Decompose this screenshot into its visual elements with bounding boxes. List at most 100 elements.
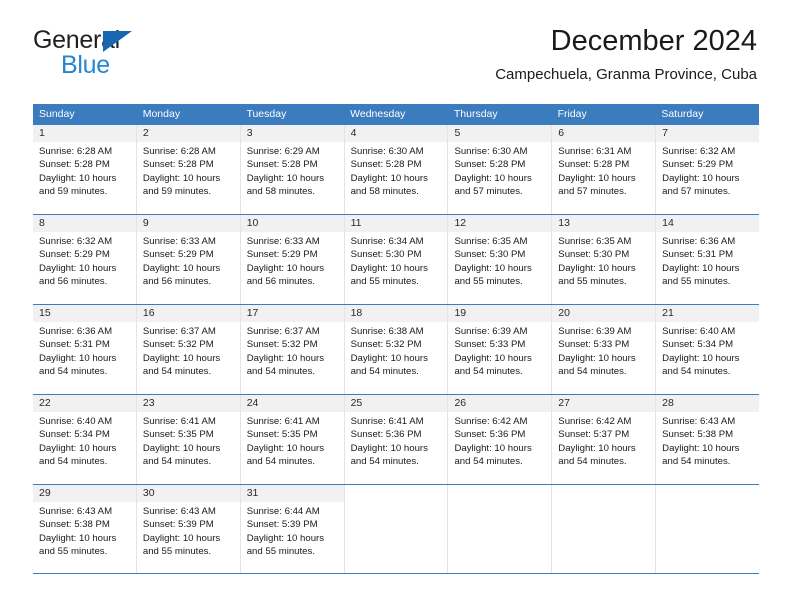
sunrise-text: Sunrise: 6:28 AM: [39, 146, 113, 157]
daylight-text: Daylight: 10 hours and 54 minutes.: [142, 442, 221, 467]
day-info: Sunrise: 6:38 AM Sunset: 5:32 PM Dayligh…: [345, 322, 448, 378]
day-number: 3: [240, 125, 344, 142]
day-number: 16: [136, 305, 240, 322]
logo-word-blue: Blue: [61, 51, 110, 79]
weekday-header-wednesday: Wednesday: [350, 108, 406, 120]
day-number: 18: [344, 305, 448, 322]
sunset-text: Sunset: 5:33 PM: [558, 339, 630, 351]
daylight-text: Daylight: 10 hours and 57 minutes.: [662, 172, 740, 197]
day-cell[interactable]: 3 Sunrise: 6:29 AM Sunset: 5:28 PM Dayli…: [239, 125, 344, 214]
sunset-text: Sunset: 5:28 PM: [142, 159, 214, 171]
daylight-text: Daylight: 10 hours and 54 minutes.: [350, 352, 428, 377]
day-number: 29: [33, 485, 136, 502]
daylight-text: Daylight: 10 hours and 54 minutes.: [39, 352, 117, 377]
day-info: Sunrise: 6:44 AM Sunset: 5:39 PM Dayligh…: [241, 502, 344, 558]
day-number: 26: [448, 395, 552, 412]
day-cell[interactable]: 6 Sunrise: 6:31 AM Sunset: 5:28 PM Dayli…: [551, 125, 656, 214]
page-subtitle: Campechuela, Granma Province, Cuba: [495, 66, 757, 83]
day-info: Sunrise: 6:42 AM Sunset: 5:37 PM Dayligh…: [552, 412, 655, 468]
day-number: 31: [240, 485, 344, 502]
sunset-text: Sunset: 5:32 PM: [350, 339, 422, 351]
weekday-header-tuesday: Tuesday: [246, 108, 287, 120]
day-cell[interactable]: 5 Sunrise: 6:30 AM Sunset: 5:28 PM Dayli…: [447, 125, 552, 214]
daylight-text: Daylight: 10 hours and 58 minutes.: [246, 172, 325, 197]
day-cell[interactable]: 20 Sunrise: 6:39 AM Sunset: 5:33 PM Dayl…: [551, 305, 656, 394]
sunset-text: Sunset: 5:28 PM: [350, 159, 422, 171]
day-cell[interactable]: 15 Sunrise: 6:36 AM Sunset: 5:31 PM Dayl…: [33, 305, 136, 394]
day-number: 11: [344, 215, 448, 232]
day-number: 20: [552, 305, 656, 322]
sunset-text: Sunset: 5:30 PM: [454, 249, 526, 261]
day-number: 22: [33, 395, 136, 412]
day-cell[interactable]: 30 Sunrise: 6:43 AM Sunset: 5:39 PM Dayl…: [135, 485, 240, 573]
day-cell[interactable]: 17 Sunrise: 6:37 AM Sunset: 5:32 PM Dayl…: [239, 305, 344, 394]
sunrise-text: Sunrise: 6:31 AM: [558, 146, 632, 157]
logo-triangle-icon: [103, 31, 132, 52]
sunrise-text: Sunrise: 6:42 AM: [454, 416, 528, 427]
generalblue-logo: General Blue: [33, 28, 163, 80]
day-cell[interactable]: 31 Sunrise: 6:44 AM Sunset: 5:39 PM Dayl…: [239, 485, 344, 573]
day-cell[interactable]: 18 Sunrise: 6:38 AM Sunset: 5:32 PM Dayl…: [343, 305, 448, 394]
day-number: 13: [552, 215, 656, 232]
day-cell[interactable]: 7 Sunrise: 6:32 AM Sunset: 5:29 PM Dayli…: [655, 125, 760, 214]
day-cell[interactable]: 11 Sunrise: 6:34 AM Sunset: 5:30 PM Dayl…: [343, 215, 448, 304]
day-info: Sunrise: 6:28 AM Sunset: 5:28 PM Dayligh…: [137, 142, 240, 198]
day-cell[interactable]: 8 Sunrise: 6:32 AM Sunset: 5:29 PM Dayli…: [33, 215, 136, 304]
sunset-text: Sunset: 5:31 PM: [662, 249, 734, 261]
day-cell[interactable]: 19 Sunrise: 6:39 AM Sunset: 5:33 PM Dayl…: [447, 305, 552, 394]
sunset-text: Sunset: 5:30 PM: [558, 249, 630, 261]
day-number: [448, 485, 552, 502]
daylight-text: Daylight: 10 hours and 55 minutes.: [662, 262, 740, 287]
sunset-text: Sunset: 5:39 PM: [142, 519, 214, 531]
sunrise-text: Sunrise: 6:34 AM: [350, 236, 424, 247]
daylight-text: Daylight: 10 hours and 55 minutes.: [454, 262, 532, 287]
day-number: 25: [344, 395, 448, 412]
day-number: 8: [33, 215, 136, 232]
calendar-week-row: 15 Sunrise: 6:36 AM Sunset: 5:31 PM Dayl…: [33, 304, 760, 394]
day-cell[interactable]: 16 Sunrise: 6:37 AM Sunset: 5:32 PM Dayl…: [135, 305, 240, 394]
day-cell[interactable]: 9 Sunrise: 6:33 AM Sunset: 5:29 PM Dayli…: [135, 215, 240, 304]
day-cell[interactable]: 22 Sunrise: 6:40 AM Sunset: 5:34 PM Dayl…: [33, 395, 136, 484]
day-cell[interactable]: 26 Sunrise: 6:42 AM Sunset: 5:36 PM Dayl…: [447, 395, 552, 484]
page-title: December 2024: [550, 25, 757, 57]
day-cell[interactable]: 23 Sunrise: 6:41 AM Sunset: 5:35 PM Dayl…: [135, 395, 240, 484]
day-cell[interactable]: 24 Sunrise: 6:41 AM Sunset: 5:35 PM Dayl…: [239, 395, 344, 484]
day-number: 28: [656, 395, 760, 412]
day-number: 23: [136, 395, 240, 412]
day-cell[interactable]: 27 Sunrise: 6:42 AM Sunset: 5:37 PM Dayl…: [551, 395, 656, 484]
sunset-text: Sunset: 5:34 PM: [662, 339, 734, 351]
day-cell[interactable]: 10 Sunrise: 6:33 AM Sunset: 5:29 PM Dayl…: [239, 215, 344, 304]
day-cell[interactable]: 12 Sunrise: 6:35 AM Sunset: 5:30 PM Dayl…: [447, 215, 552, 304]
sunrise-text: Sunrise: 6:43 AM: [142, 506, 216, 517]
daylight-text: Daylight: 10 hours and 55 minutes.: [246, 532, 325, 557]
day-number: 14: [656, 215, 760, 232]
day-info: Sunrise: 6:28 AM Sunset: 5:28 PM Dayligh…: [33, 142, 136, 198]
sunrise-text: Sunrise: 6:37 AM: [246, 326, 320, 337]
sunset-text: Sunset: 5:29 PM: [142, 249, 214, 261]
day-cell[interactable]: 29 Sunrise: 6:43 AM Sunset: 5:38 PM Dayl…: [33, 485, 136, 573]
day-number: 1: [33, 125, 136, 142]
day-cell[interactable]: 14 Sunrise: 6:36 AM Sunset: 5:31 PM Dayl…: [655, 215, 760, 304]
day-cell[interactable]: 25 Sunrise: 6:41 AM Sunset: 5:36 PM Dayl…: [343, 395, 448, 484]
day-number: 12: [448, 215, 552, 232]
daylight-text: Daylight: 10 hours and 54 minutes.: [662, 352, 740, 377]
day-cell[interactable]: 28 Sunrise: 6:43 AM Sunset: 5:38 PM Dayl…: [655, 395, 760, 484]
day-number: [656, 485, 760, 502]
sunset-text: Sunset: 5:32 PM: [246, 339, 318, 351]
daylight-text: Daylight: 10 hours and 54 minutes.: [39, 442, 117, 467]
day-cell[interactable]: 21 Sunrise: 6:40 AM Sunset: 5:34 PM Dayl…: [655, 305, 760, 394]
day-cell-empty: [655, 485, 760, 573]
day-cell[interactable]: 2 Sunrise: 6:28 AM Sunset: 5:28 PM Dayli…: [135, 125, 240, 214]
day-number: 24: [240, 395, 344, 412]
calendar-grid: Sunday Monday Tuesday Wednesday Thursday…: [33, 104, 760, 574]
daylight-text: Daylight: 10 hours and 54 minutes.: [246, 352, 325, 377]
day-cell[interactable]: 1 Sunrise: 6:28 AM Sunset: 5:28 PM Dayli…: [33, 125, 136, 214]
day-cell[interactable]: 13 Sunrise: 6:35 AM Sunset: 5:30 PM Dayl…: [551, 215, 656, 304]
daylight-text: Daylight: 10 hours and 54 minutes.: [662, 442, 740, 467]
calendar-week-row: 29 Sunrise: 6:43 AM Sunset: 5:38 PM Dayl…: [33, 484, 760, 574]
weekday-header-thursday: Thursday: [453, 108, 498, 120]
day-cell[interactable]: 4 Sunrise: 6:30 AM Sunset: 5:28 PM Dayli…: [343, 125, 448, 214]
sunset-text: Sunset: 5:35 PM: [246, 429, 318, 441]
calendar-week-row: 8 Sunrise: 6:32 AM Sunset: 5:29 PM Dayli…: [33, 214, 760, 304]
sunset-text: Sunset: 5:28 PM: [39, 159, 110, 171]
